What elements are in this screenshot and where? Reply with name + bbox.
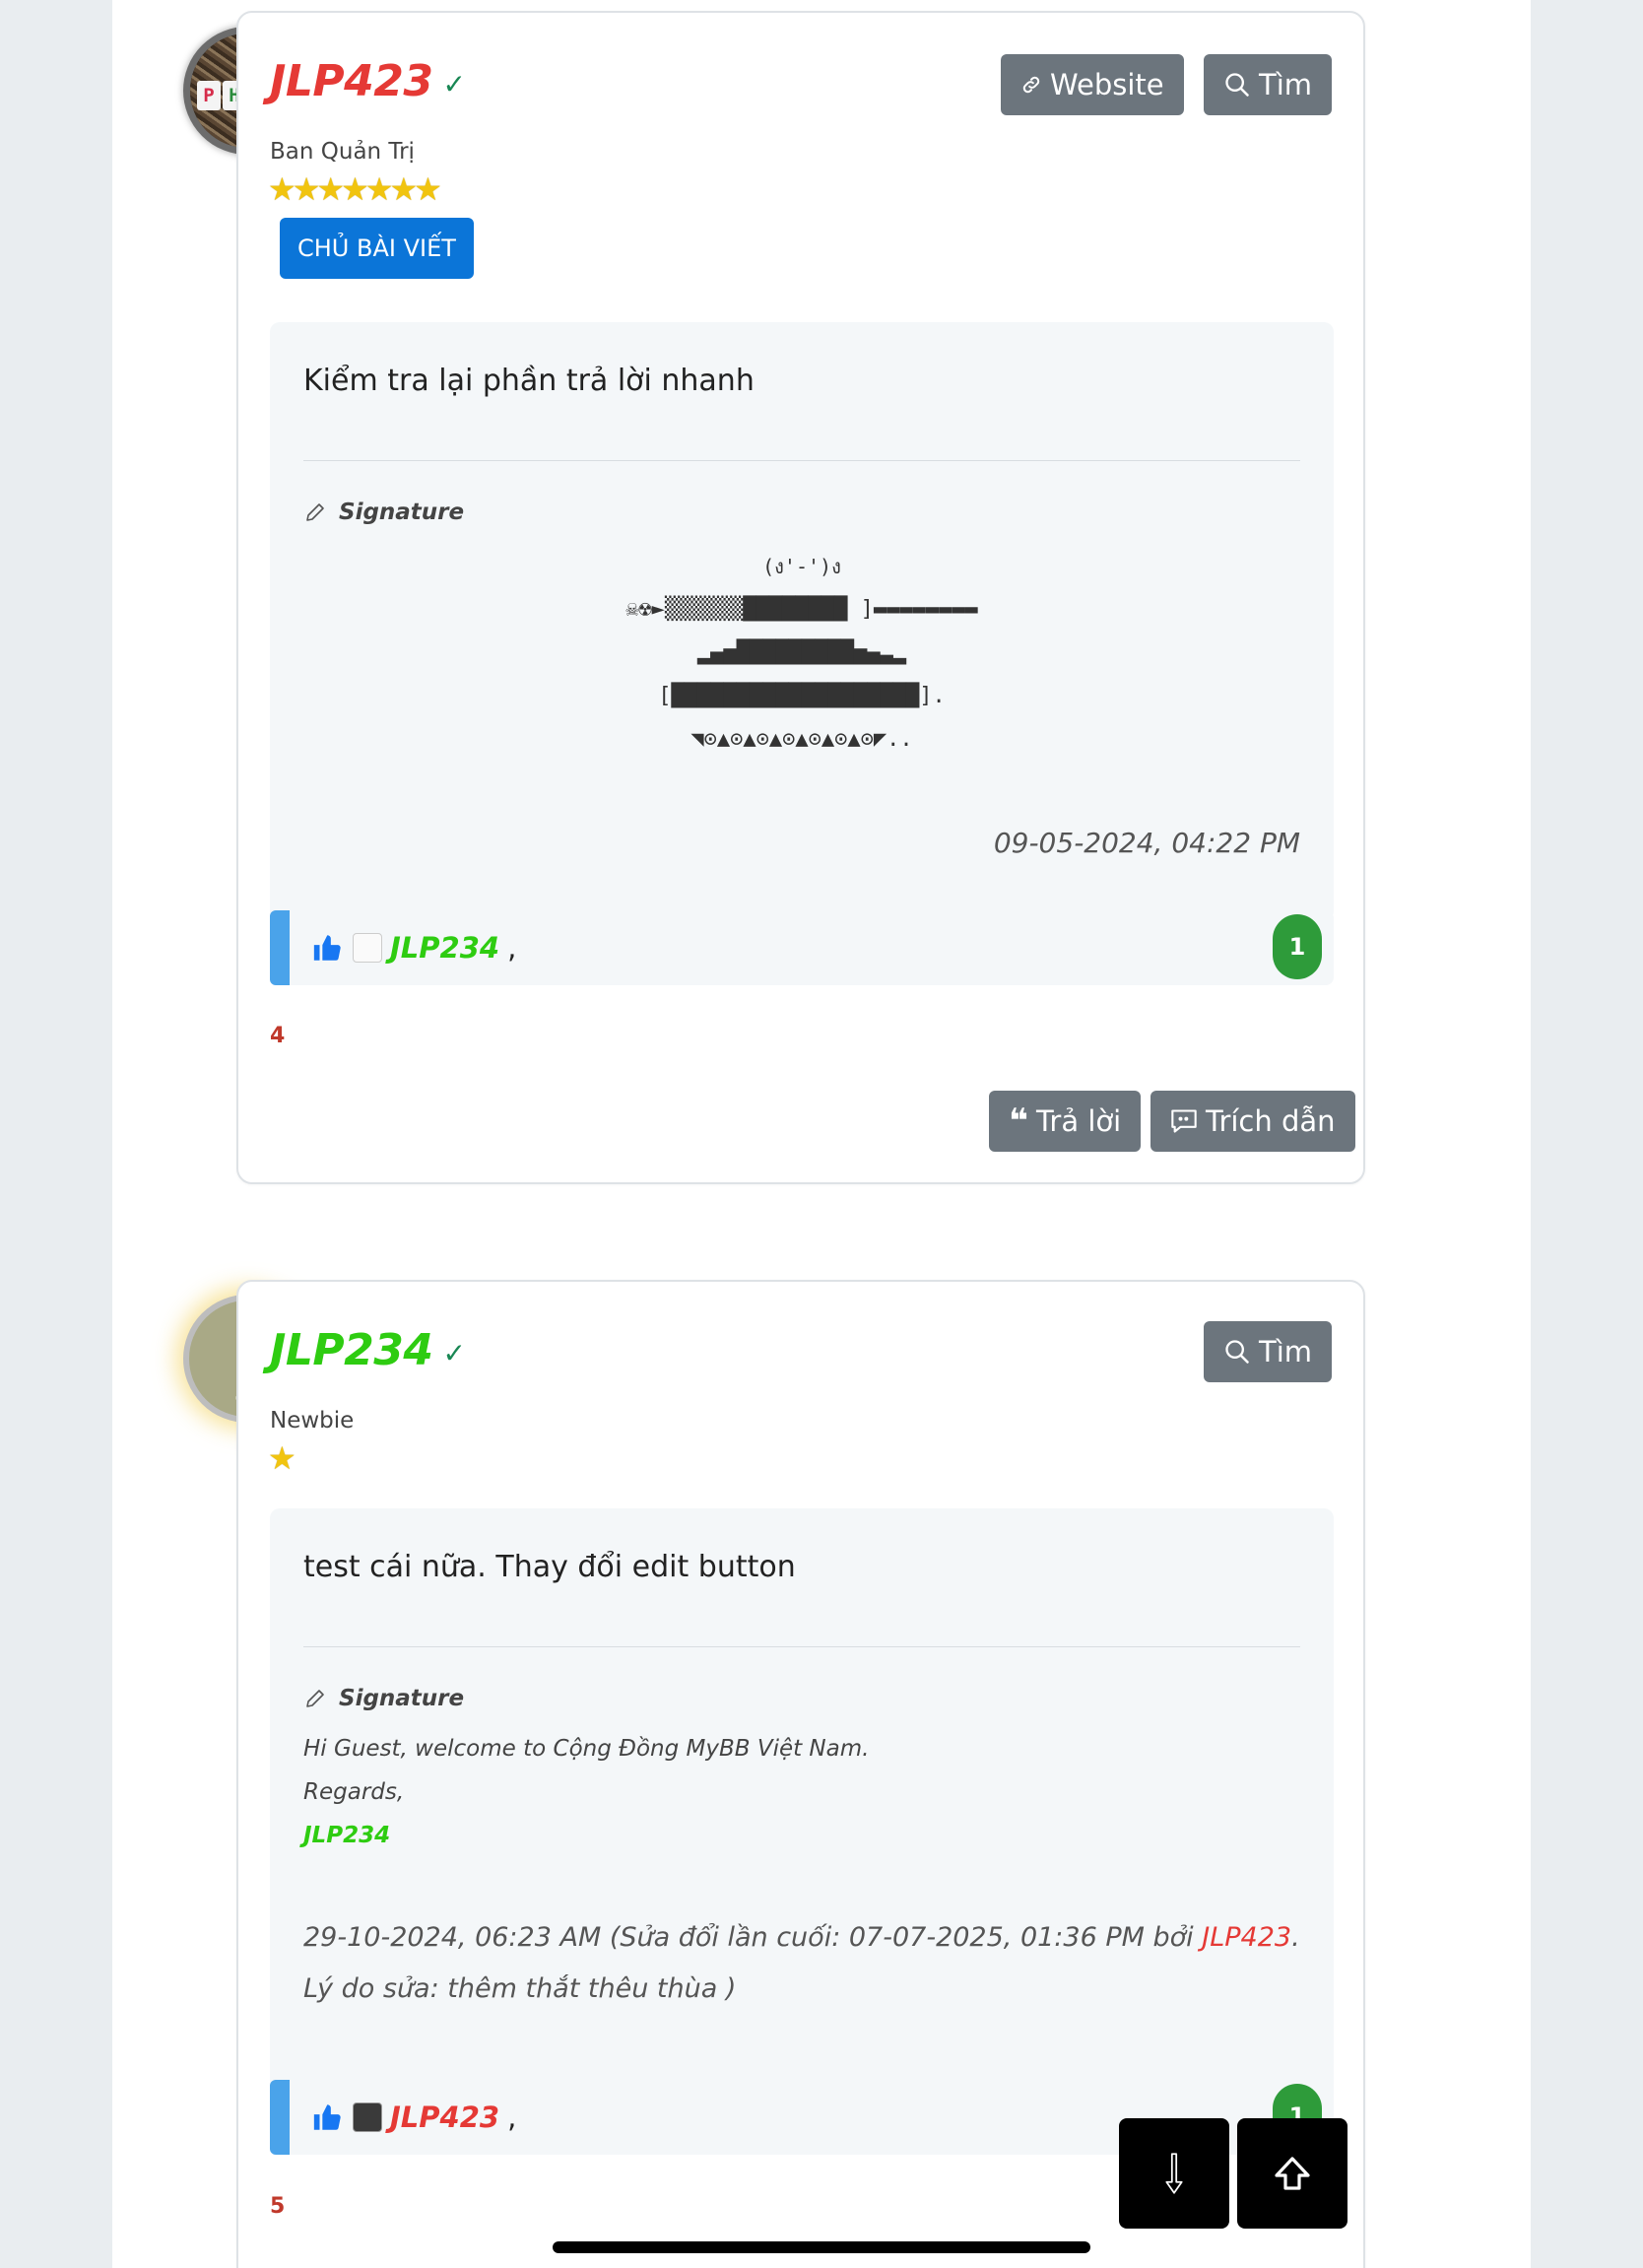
signature-label: Signature	[303, 500, 464, 525]
edit-reason: Lý do sửa: thêm thắt thêu thùa )	[303, 1973, 737, 2004]
thumbs-up-icon	[313, 935, 341, 961]
scroll-down-button[interactable]	[1119, 2118, 1229, 2229]
pencil-icon	[306, 1690, 324, 1707]
liker-avatar	[353, 2102, 382, 2132]
home-indicator	[553, 2241, 1090, 2253]
user-stars: ★	[268, 1439, 296, 1477]
signature-ascii-line: ◥⊙▲⊙▲⊙▲⊙▲⊙▲⊙▲⊙◤..	[690, 727, 913, 752]
chat-quote-icon	[1171, 1109, 1197, 1133]
divider	[303, 460, 1300, 461]
signature-ascii-line: ▂▄▅█████████▅▄▃▂	[697, 640, 906, 665]
likes-bar: JLP234, 1	[270, 910, 1334, 985]
user-title: Ban Quản Trị	[270, 139, 415, 165]
check-icon: ✓	[442, 67, 466, 100]
liker-avatar	[353, 933, 382, 963]
signature-text: Hi Guest, welcome to Cộng Đồng MyBB Việt…	[303, 1736, 870, 1762]
arrow-down-icon	[1165, 2153, 1183, 2194]
signature-ascii-line: [███████████████████].	[658, 684, 946, 708]
find-posts-button[interactable]: Tìm	[1204, 1321, 1333, 1382]
check-icon: ✓	[442, 1336, 466, 1369]
search-icon	[1225, 73, 1249, 97]
post-message: Kiểm tra lại phần trả lời nhanh	[303, 364, 755, 398]
link-icon	[1022, 76, 1040, 94]
post-date: 09-05-2024, 04:22 PM	[993, 827, 1300, 859]
likes-list: JLP423,	[311, 2080, 516, 2155]
signature-ascii-line: ☠☢►▒▒▒▒▒▒████████ ]▬▬▬▬▬▬▬▬	[625, 597, 978, 622]
likes-list: JLP234,	[311, 910, 516, 985]
post-card-1: JLP423 ✓ Ban Quản Trị ★★★★★★★ CHỦ BÀI VIẾ…	[236, 11, 1365, 1184]
user-stars: ★★★★★★★	[268, 170, 442, 208]
divider	[303, 1646, 1300, 1647]
signature-ascii-line: (ง'-')ง	[762, 555, 841, 578]
like-count-badge[interactable]: 1	[1273, 914, 1322, 979]
thumbs-up-icon	[313, 2104, 341, 2130]
signature-username[interactable]: JLP234	[303, 1814, 390, 1857]
post-date-edit: 29-10-2024, 06:23 AM (Sửa đổi lần cuối: …	[303, 1922, 1300, 2004]
signature-text: Regards,	[303, 1779, 405, 1805]
thread-starter-badge: CHỦ BÀI VIẾT	[280, 218, 474, 279]
liker-name[interactable]: JLP234	[390, 931, 499, 965]
arrow-up-icon	[1275, 2157, 1310, 2190]
user-title: Newbie	[270, 1408, 355, 1434]
search-icon	[1225, 1340, 1249, 1364]
post-body: test cái nữa. Thay đổi edit button Signa…	[270, 1508, 1334, 2125]
quote-marks-icon: ❝	[1009, 1101, 1028, 1141]
liker-name[interactable]: JLP423	[390, 2101, 499, 2134]
reply-button[interactable]: ❝ Trả lời	[989, 1091, 1142, 1152]
scroll-up-button[interactable]	[1237, 2118, 1347, 2229]
signature-label: Signature	[303, 1686, 464, 1711]
find-posts-button[interactable]: Tìm	[1204, 54, 1333, 115]
website-button[interactable]: Website	[1001, 54, 1184, 115]
post-number[interactable]: 4	[270, 1024, 285, 1048]
quote-button[interactable]: Trích dẫn	[1150, 1091, 1355, 1152]
post-author[interactable]: JLP423 ✓	[270, 56, 466, 106]
post-author[interactable]: JLP234 ✓	[270, 1325, 466, 1375]
post-number[interactable]: 5	[270, 2194, 285, 2219]
edited-by-user[interactable]: JLP423	[1202, 1922, 1291, 1953]
post-message: test cái nữa. Thay đổi edit button	[303, 1550, 796, 1584]
post-body: Kiểm tra lại phần trả lời nhanh Signatur…	[270, 322, 1334, 921]
pencil-icon	[306, 503, 324, 521]
